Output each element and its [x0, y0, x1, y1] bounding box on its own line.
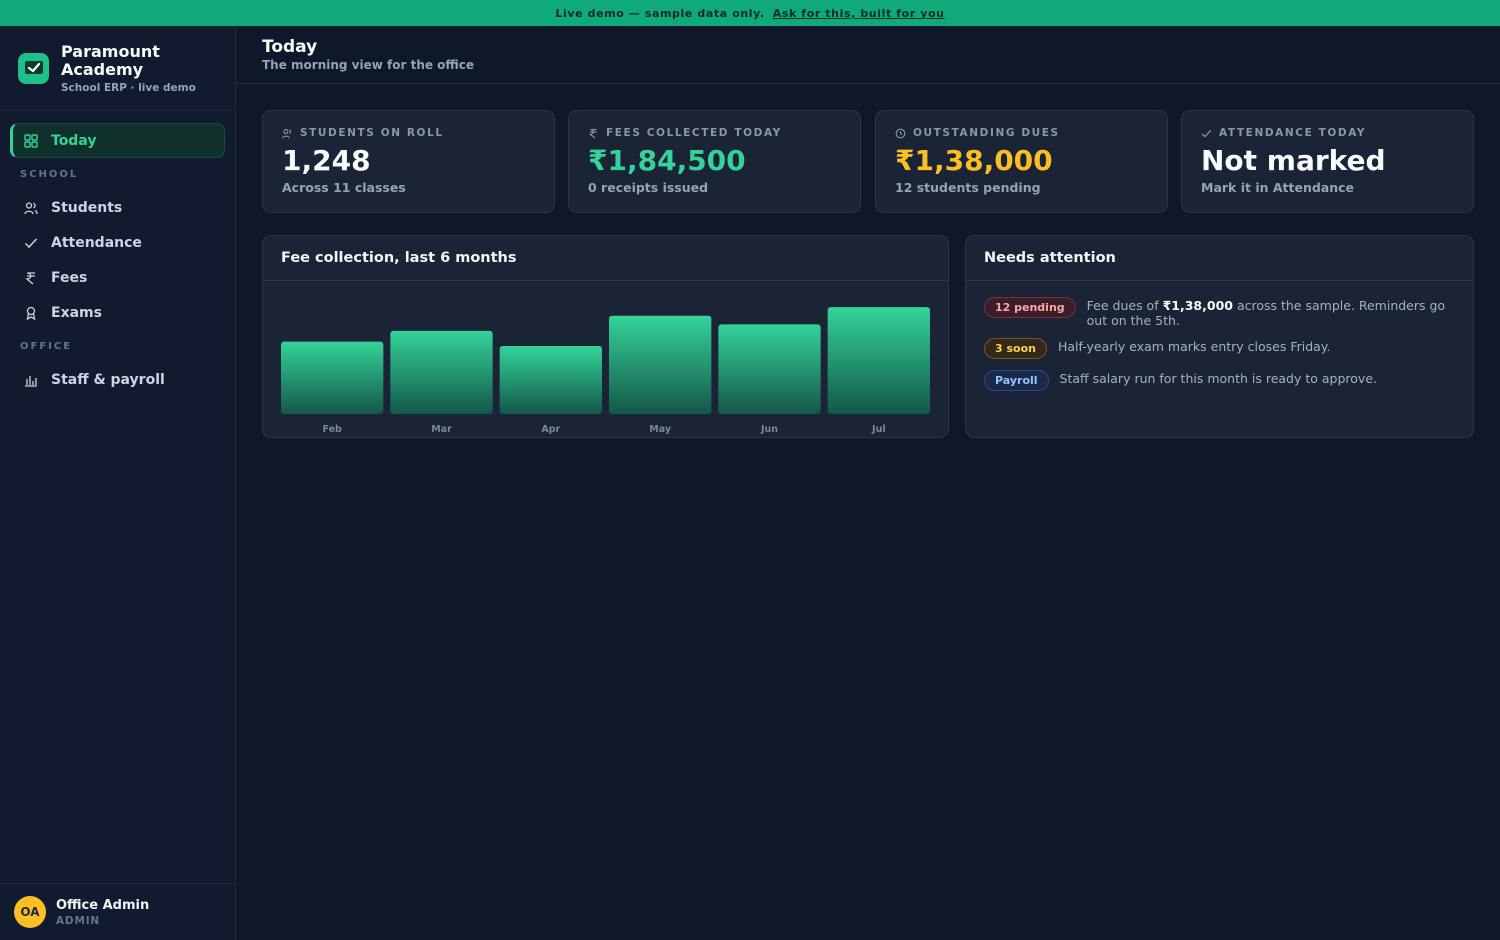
sidebar-item-label: Exams — [51, 304, 102, 321]
status-badge: Payroll — [984, 370, 1049, 391]
bar-jun — [718, 324, 821, 414]
brand-logo-icon — [18, 52, 49, 84]
attention-item-fees[interactable]: 12 pending Fee dues of ₹1,38,000 across … — [966, 297, 1473, 328]
bar-may — [609, 315, 712, 414]
tick-label: Jun — [760, 424, 778, 435]
brand: Paramount Academy School ERP · live demo — [0, 26, 235, 111]
grid-icon — [24, 133, 38, 148]
fee-collection-panel: Fee collection, last 6 months Feb Mar Apr M… — [262, 235, 949, 438]
stat-card-students: STUDENTS ON ROLL 1,248 Across 11 classes — [262, 110, 555, 213]
stat-card-outstanding-dues: OUTSTANDING DUES ₹1,38,000 12 students p… — [875, 110, 1168, 213]
attention-item-exams[interactable]: 3 soon Half-yearly exam marks entry clos… — [966, 338, 1473, 359]
sidebar-item-attendance[interactable]: Attendance — [10, 225, 225, 260]
clock-icon — [895, 128, 906, 138]
users-icon — [24, 201, 38, 214]
stat-note: Mark it in Attendance — [1201, 180, 1355, 195]
sidebar-item-staff-payroll[interactable]: Staff & payroll — [10, 362, 225, 397]
stat-label: OUTSTANDING DUES — [913, 127, 1060, 139]
page-title: Today — [262, 37, 318, 57]
stat-note: 12 students pending — [895, 180, 1041, 195]
stat-value: Not marked — [1201, 144, 1386, 177]
rupee-icon — [588, 128, 597, 139]
stat-label: FEES COLLECTED TODAY — [606, 127, 782, 139]
tick-label: Mar — [431, 424, 452, 435]
fee-chart: Feb Mar Apr May Jun Jul — [263, 281, 948, 437]
sidebar-item-label: Fees — [51, 269, 88, 286]
users-icon — [282, 128, 292, 138]
tick-label: May — [649, 424, 672, 435]
tick-label: Apr — [541, 424, 560, 435]
status-badge: 3 soon — [984, 338, 1047, 359]
bar-jul — [827, 307, 930, 414]
stat-value: ₹1,38,000 — [895, 144, 1053, 177]
stat-value: 1,248 — [282, 144, 371, 177]
user-profile[interactable]: OA Office Admin ADMIN — [0, 883, 235, 940]
sidebar-item-students[interactable]: Students — [10, 190, 225, 225]
stat-card-fees-collected: FEES COLLECTED TODAY ₹1,84,500 0 receipt… — [568, 110, 861, 213]
sidebar-item-label: Students — [51, 199, 123, 216]
bar-mar — [390, 330, 493, 414]
stat-note: Across 11 classes — [282, 180, 406, 195]
attention-item-payroll[interactable]: Payroll Staff salary run for this month … — [966, 370, 1473, 391]
sidebar-item-today[interactable]: Today — [10, 123, 225, 158]
nav-section-office: OFFICE — [20, 340, 73, 352]
tick-label: Feb — [322, 424, 342, 435]
stat-card-attendance[interactable]: ATTENDANCE TODAY Not marked Mark it in A… — [1181, 110, 1474, 213]
fee-chart-svg: Feb Mar Apr May Jun Jul — [281, 307, 930, 435]
sidebar-item-label: Staff & payroll — [51, 371, 165, 388]
stat-note: 0 receipts issued — [588, 180, 709, 195]
panel-title: Fee collection, last 6 months — [263, 236, 948, 281]
page-subtitle: The morning view for the office — [262, 58, 475, 72]
sidebar: Paramount Academy School ERP · live demo… — [0, 26, 236, 940]
check-icon — [1201, 129, 1212, 138]
rupee-icon — [25, 271, 35, 284]
nav-section-school: SCHOOL — [20, 168, 79, 180]
demo-banner: Live demo — sample data only. Ask for th… — [0, 0, 1500, 26]
check-icon — [24, 237, 38, 248]
sidebar-item-label: Today — [51, 132, 97, 149]
sidebar-nav: Today SCHOOL Students Attendance Fees Ex… — [0, 111, 235, 397]
banner-link[interactable]: Ask for this, built for you — [773, 7, 945, 20]
sidebar-item-exams[interactable]: Exams — [10, 295, 225, 330]
user-name: Office Admin — [56, 897, 150, 913]
attention-text: Half-yearly exam marks entry closes Frid… — [1057, 339, 1331, 354]
award-icon — [26, 306, 36, 320]
sidebar-item-label: Attendance — [51, 234, 142, 251]
sidebar-item-fees[interactable]: Fees — [10, 260, 225, 295]
main-content: Today The morning view for the office ST… — [236, 26, 1500, 940]
page-header: Today The morning view for the office — [236, 26, 1500, 84]
attention-text: Staff salary run for this month is ready… — [1059, 371, 1377, 386]
status-badge: 12 pending — [984, 297, 1076, 318]
stat-value: ₹1,84,500 — [588, 144, 746, 177]
attention-text: Fee dues of ₹1,38,000 across the sample.… — [1086, 298, 1446, 328]
avatar: OA — [14, 896, 46, 928]
stat-label: STUDENTS ON ROLL — [300, 127, 444, 139]
bar-chart-icon — [25, 375, 37, 387]
brand-name: Paramount Academy — [61, 41, 160, 79]
bar-feb — [281, 341, 384, 414]
user-role: ADMIN — [56, 914, 100, 927]
brand-subtitle: School ERP · live demo — [61, 81, 196, 94]
needs-attention-panel: Needs attention 12 pending Fee dues of ₹… — [965, 235, 1474, 438]
banner-text: Live demo — sample data only. — [555, 6, 765, 20]
panel-title: Needs attention — [966, 236, 1473, 281]
tick-label: Jul — [871, 424, 886, 435]
stat-label: ATTENDANCE TODAY — [1219, 127, 1367, 139]
bar-apr — [499, 345, 602, 414]
